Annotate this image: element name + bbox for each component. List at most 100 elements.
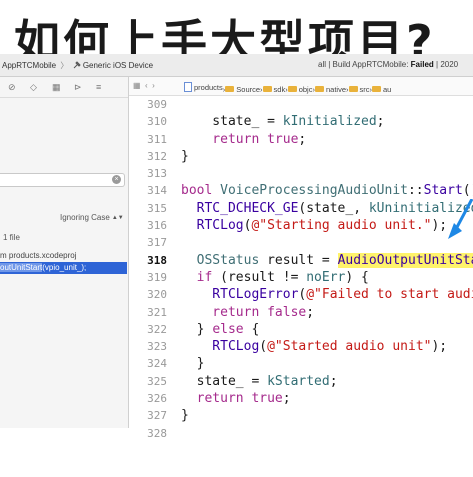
line-number: 323 [147, 340, 167, 354]
line-number: 316 [147, 219, 167, 233]
breadcrumb-label: Source [236, 84, 261, 94]
annotation-arrow-icon [448, 199, 473, 239]
match-highlight: outUnitStart [0, 263, 43, 272]
line-number: 312 [147, 149, 167, 163]
code-line[interactable]: 318 OSStatus result = AudioOutputUnitSta… [129, 252, 473, 269]
line-text: } [181, 408, 189, 424]
status-prefix: all | Build AppRTCMobile: [318, 60, 409, 69]
line-text: RTCLogError(@"Failed to start audio [181, 287, 473, 303]
line-text: state_ = kStarted; [181, 373, 338, 389]
search-match-row[interactable]: outUnitStart(vpio_unit_); [0, 262, 127, 274]
code-line[interactable]: 321 return false; [129, 304, 473, 321]
line-number: 311 [147, 132, 167, 146]
report-icon[interactable]: ≡ [96, 82, 101, 92]
breadcrumb-item[interactable]: src [348, 84, 370, 94]
scheme-separator: 〉 [60, 61, 69, 70]
line-number: 310 [147, 115, 167, 129]
line-text: RTCLog(@"Started audio unit"); [181, 339, 448, 355]
build-status: all | Build AppRTCMobile: Failed | 2020 [318, 60, 458, 69]
scheme-selector[interactable]: AppRTCMobile 〉 Generic iOS Device [2, 60, 153, 71]
breadcrumb-item[interactable]: objc [287, 84, 313, 94]
scheme-name[interactable]: AppRTCMobile [2, 61, 56, 70]
code-line[interactable]: 313 [129, 165, 473, 182]
breadcrumb-label: sdk [273, 84, 286, 94]
code-line[interactable]: 316 RTCLog(@"Starting audio unit."); [129, 217, 473, 234]
clear-search-icon[interactable]: × [112, 175, 121, 184]
code-line[interactable]: 310 state_ = kInitialized; [129, 113, 473, 130]
line-text: state_ = kInitialized; [181, 114, 385, 130]
line-text: bool VoiceProcessingAudioUnit::Start() [181, 183, 473, 199]
line-number: 328 [147, 426, 167, 440]
folder-icon [225, 86, 235, 92]
status-suffix: | 2020 [436, 60, 459, 69]
code-line[interactable]: 320 RTCLogError(@"Failed to start audio [129, 286, 473, 303]
code-line[interactable]: 315 RTC_DCHECK_GE(state_, kUninitialized [129, 200, 473, 217]
search-input[interactable]: × [0, 173, 125, 187]
code-line[interactable]: 312} [129, 148, 473, 165]
code-line[interactable]: 328 [129, 425, 473, 442]
line-number: 309 [147, 98, 167, 111]
line-number: 320 [147, 288, 167, 302]
line-text: if (result != noErr) { [181, 269, 369, 285]
line-text: } [181, 148, 189, 164]
code-line[interactable]: 325 state_ = kStarted; [129, 373, 473, 390]
warning-icon[interactable]: ⊘ [8, 82, 16, 93]
breadcrumb-label: objc [298, 84, 313, 94]
breadcrumb-item[interactable]: products [184, 82, 223, 92]
device-name[interactable]: Generic iOS Device [83, 61, 153, 70]
xcode-window: AppRTCMobile 〉 Generic iOS Device all | … [0, 54, 473, 440]
jump-bar: ▦ ‹ › products › Source › sdk › objc › native › sr… [129, 77, 473, 96]
line-number: 322 [147, 322, 167, 336]
line-text: } else { [181, 321, 260, 337]
breadcrumb-item[interactable]: Source [225, 85, 260, 94]
line-number: 313 [147, 167, 167, 181]
folder-icon [372, 86, 381, 92]
breadcrumb-label: products [194, 82, 223, 92]
folder-icon [348, 86, 358, 92]
line-text: return true; [181, 131, 307, 147]
breadcrumb-label: src [359, 84, 370, 94]
code-line[interactable]: 317 [129, 234, 473, 251]
jumpbar-controls[interactable]: ▦ ‹ › [133, 81, 155, 90]
line-number: 326 [147, 392, 167, 406]
folder-icon [262, 86, 272, 92]
line-number: 314 [147, 184, 167, 198]
code-line[interactable]: 323 RTCLog(@"Started audio unit"); [129, 338, 473, 355]
line-number: 324 [147, 357, 167, 371]
line-text: RTC_DCHECK_GE(state_, kUninitialized [181, 200, 473, 216]
case-option-label[interactable]: Ignoring Case [60, 213, 110, 222]
line-text: OSStatus result = AudioOutputUnitStart [181, 252, 473, 268]
code-line[interactable]: 314 bool VoiceProcessingAudioUnit::Start(… [129, 182, 473, 199]
breadcrumb-label: au [383, 84, 392, 94]
debug-icon[interactable]: ▦ [52, 82, 61, 93]
breakpoint-icon[interactable]: ⊳ [74, 82, 82, 93]
code-line[interactable]: 324 } [129, 355, 473, 372]
line-text: } [181, 356, 205, 372]
breadcrumb-item[interactable]: au [372, 85, 391, 94]
line-number: 317 [147, 236, 167, 250]
tests-icon[interactable]: ◇ [30, 82, 37, 93]
code-area[interactable]: 309 310 state_ = kInitialized; 311 return … [129, 96, 473, 442]
breadcrumb-item[interactable]: native [314, 85, 346, 94]
result-file[interactable]: m products.xcodeproj [0, 251, 76, 260]
code-line[interactable]: 322 } else { [129, 321, 473, 338]
code-line[interactable]: 309 [129, 96, 473, 113]
line-number: 325 [147, 374, 167, 388]
match-rest: (vpio_unit_); [42, 263, 87, 272]
code-line[interactable]: 327} [129, 407, 473, 424]
code-line[interactable]: 319 if (result != noErr) { [129, 269, 473, 286]
toolbar: AppRTCMobile 〉 Generic iOS Device all | … [0, 54, 473, 77]
line-number: 321 [147, 305, 167, 319]
folder-icon [314, 86, 324, 92]
navigator-tabs: ⊘ ◇ ▦ ⊳ ≡ [0, 77, 128, 98]
chevron-down-icon: ▲▼ [111, 215, 124, 221]
code-line[interactable]: 311 return true; [129, 131, 473, 148]
source-editor[interactable]: ▦ ‹ › products › Source › sdk › objc › native › sr… [129, 77, 473, 440]
line-text: RTCLog(@"Starting audio unit."); [181, 218, 448, 234]
breadcrumb-item[interactable]: sdk [262, 84, 286, 94]
find-navigator: ⊘ ◇ ▦ ⊳ ≡ × Ignoring Case ▲▼ 1 file m pro… [0, 77, 129, 428]
case-option[interactable]: Ignoring Case ▲▼ [60, 213, 124, 222]
code-line[interactable]: 326 return true; [129, 390, 473, 407]
result-count: 1 file [3, 233, 20, 242]
status-result: Failed [410, 60, 434, 69]
